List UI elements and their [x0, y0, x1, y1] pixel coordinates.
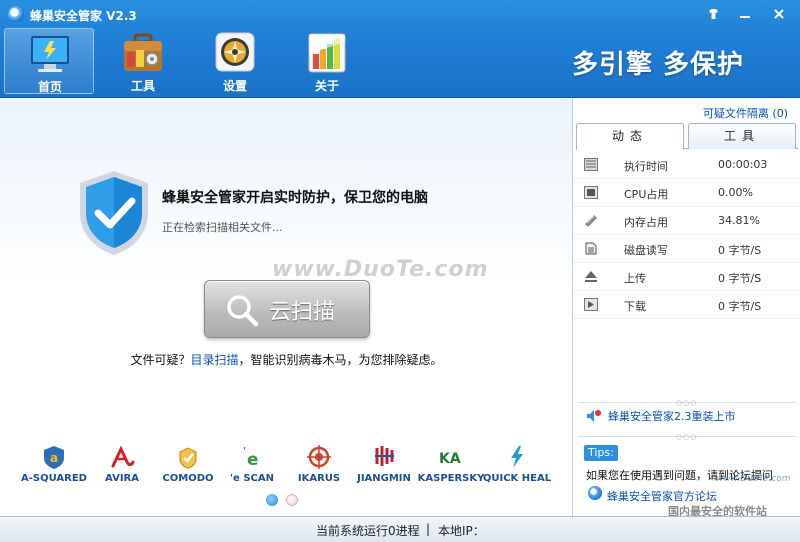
forum-globe-icon: [588, 486, 602, 500]
tab-tools[interactable]: 工具: [688, 123, 796, 149]
nav-item-settings[interactable]: 设置: [190, 28, 280, 94]
nav-item-home[interactable]: 首页: [4, 28, 94, 94]
local-ip: 本地IP：: [438, 524, 485, 538]
a-squared-logo-icon: a: [44, 446, 64, 469]
skin-button[interactable]: [702, 4, 724, 24]
stat-label: 上传: [624, 272, 646, 285]
monitor-icon: [31, 36, 69, 72]
status-separator: |: [426, 522, 431, 536]
divider: ○○○: [578, 433, 796, 441]
nav-label: 工具: [130, 79, 155, 93]
stat-row: 磁盘读写 0 字节/S: [574, 235, 800, 263]
about-icon: [308, 33, 346, 73]
stat-value: 0 字节/S: [718, 272, 762, 285]
svg-text:e: e: [247, 450, 259, 470]
stat-row: CPU占用 0.00%: [574, 179, 800, 207]
settings-icon: [215, 32, 255, 72]
directory-scan-link[interactable]: 目录扫描: [190, 353, 238, 367]
close-icon: [774, 8, 784, 19]
memory-icon: [585, 215, 597, 227]
carousel-dot-1[interactable]: [266, 494, 278, 506]
shield-check-icon: [80, 171, 148, 255]
system-stats: 执行时间 00:00:03 CPU占用 0.00% 内存占用 34.81% 磁盘…: [574, 151, 800, 319]
close-button[interactable]: [768, 4, 790, 24]
nav-label: 首页: [37, 80, 62, 94]
status-bar: 当前系统运行0进程 | 本地IP：: [0, 516, 800, 542]
hint-suffix: ，智能识别病毒木马，为您排除疑虑。: [238, 353, 443, 367]
engine-name: QUICK HEAL: [482, 473, 552, 484]
app-logo-icon: [8, 6, 24, 22]
kaspersky-logo-icon: KA: [439, 451, 461, 467]
side-tabs: 动态 工具: [576, 123, 798, 150]
main-panel: 蜂巢安全管家开启实时防护，保卫您的电脑 正在检索扫描相关文件... www.Du…: [0, 99, 573, 516]
side-panel: 可疑文件隔离 (0) 动态 工具 执行时间 00:00:03 CPU占用 0.0…: [574, 99, 800, 516]
quick-heal-logo-icon: [511, 446, 523, 468]
nav-item-about[interactable]: 关于: [282, 28, 372, 94]
cloud-scan-label: 云扫描: [269, 300, 336, 325]
slogan: 多引擎 多保护: [572, 50, 745, 80]
minimize-icon: [740, 15, 750, 18]
ikarus-logo-icon: [307, 445, 331, 469]
speaker-icon: [587, 410, 601, 422]
hint-prefix: 文件可疑？: [130, 353, 191, 367]
upload-icon: [585, 271, 597, 282]
stat-value: 0.00%: [718, 186, 753, 199]
jiangmin-logo-icon: [375, 446, 394, 466]
quarantine-link[interactable]: 可疑文件隔离 (0): [703, 105, 788, 121]
stat-value: 0 字节/S: [718, 300, 762, 313]
stat-label: 执行时间: [624, 160, 668, 173]
stat-row: 内存占用 34.81%: [574, 207, 800, 235]
escan-logo-icon: ' e: [243, 446, 259, 470]
download-icon: [584, 298, 598, 311]
carousel-dot-2[interactable]: [286, 494, 298, 506]
avira-logo-icon: [111, 445, 135, 468]
stat-row: 下载 0 字节/S: [574, 291, 800, 319]
search-icon: [227, 295, 259, 327]
tips-badge: Tips:: [584, 445, 618, 461]
cpu-icon: [584, 186, 598, 199]
svg-text:a: a: [50, 451, 58, 465]
stat-value: 34.81%: [718, 214, 760, 227]
stat-row: 上传 0 字节/S: [574, 263, 800, 291]
engine-quick-heal[interactable]: QUICK HEAL: [477, 444, 557, 484]
header: 蜂巢安全管家 V2.3 首页 工具 设置 关于 多引擎 多保护: [0, 0, 800, 98]
nav-label: 关于: [314, 79, 339, 93]
stat-label: 下载: [624, 300, 646, 313]
title-bar[interactable]: 蜂巢安全管家 V2.3: [0, 0, 800, 28]
toolbox-icon: [124, 33, 162, 71]
cloud-scan-button[interactable]: 云扫描: [204, 280, 370, 338]
directory-scan-hint: 文件可疑？目录扫描，智能识别病毒木马，为您排除疑虑。: [0, 351, 573, 368]
nav-label: 设置: [222, 79, 247, 93]
site-watermark-url: www.DuoTe.com: [716, 474, 791, 484]
comodo-logo-icon: [179, 447, 197, 469]
stat-value: 0 字节/S: [718, 244, 762, 257]
stat-row: 执行时间 00:00:03: [574, 151, 800, 179]
nav-item-tools[interactable]: 工具: [98, 28, 188, 94]
skin-icon: [708, 8, 718, 19]
stat-label: CPU占用: [624, 188, 669, 201]
svg-text:': ': [243, 446, 246, 457]
stat-label: 内存占用: [624, 216, 668, 229]
minimize-button[interactable]: [734, 4, 756, 24]
engine-list: a A-SQUARED AVIRA COMODO ' e 'e SCAN IKA…: [0, 444, 573, 494]
stat-label: 磁盘读写: [624, 244, 668, 257]
app-title: 蜂巢安全管家 V2.3: [30, 9, 137, 23]
disk-icon: [585, 242, 597, 255]
protection-status-detail: 正在检索扫描相关文件...: [162, 221, 283, 234]
svg-text:KA: KA: [439, 451, 461, 467]
protection-status-title: 蜂巢安全管家开启实时防护，保卫您的电脑: [162, 190, 428, 206]
forum-link[interactable]: 蜂巢安全管家官方论坛: [607, 488, 717, 504]
clock-icon: [584, 158, 598, 171]
watermark: www.DuoTe.com: [272, 257, 489, 282]
process-count: 当前系统运行0进程: [316, 524, 420, 538]
stat-value: 00:00:03: [718, 158, 768, 171]
divider: ○○○: [578, 399, 796, 407]
news-link[interactable]: 蜂巢安全管家2.3重装上市: [608, 408, 736, 424]
tab-activity[interactable]: 动态: [576, 123, 684, 150]
